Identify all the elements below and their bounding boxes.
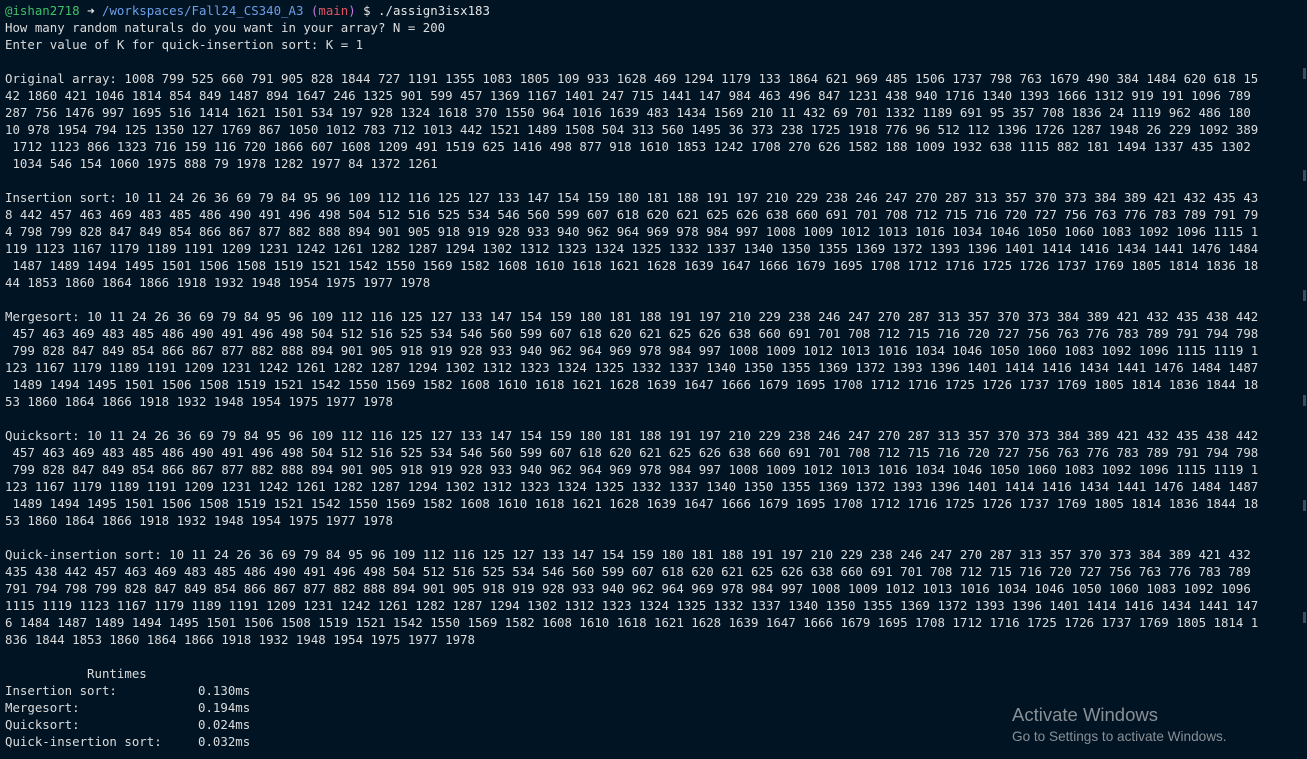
output-line: 10 978 1954 794 125 1350 127 1769 867 10… xyxy=(5,122,1259,137)
mergesort-block: Mergesort: 10 11 24 26 36 69 79 84 95 96… xyxy=(5,308,1307,410)
output-line: 8 442 457 463 469 483 485 486 490 491 49… xyxy=(5,207,1259,222)
runtime-value: 0.194ms xyxy=(198,700,251,715)
output-line: 799 828 847 849 854 866 867 877 882 888 … xyxy=(5,343,1259,358)
runtime-label: Quicksort: xyxy=(5,717,80,732)
output-line: 457 463 469 483 485 486 490 491 496 498 … xyxy=(5,445,1259,460)
output-line: 53 1860 1864 1866 1918 1932 1948 1954 19… xyxy=(5,394,393,409)
insertion-sort-block: Insertion sort: 10 11 24 26 36 69 79 84 … xyxy=(5,189,1307,291)
output-line: 42 1860 421 1046 1814 854 849 1487 894 1… xyxy=(5,88,1251,103)
output-line: 457 463 469 483 485 486 490 491 496 498 … xyxy=(5,326,1259,341)
activation-watermark: Activate Windows Go to Settings to activ… xyxy=(1012,703,1227,747)
scrollbar-marker xyxy=(1303,612,1306,623)
output-line: 791 794 798 799 828 847 849 854 866 867 … xyxy=(5,581,1251,596)
scrollbar-marker xyxy=(1303,500,1306,511)
output-line: 123 1167 1179 1189 1191 1209 1231 1242 1… xyxy=(5,360,1259,375)
output-line: 799 828 847 849 854 866 867 877 882 888 … xyxy=(5,462,1259,477)
output-line: 1034 546 154 1060 1975 888 79 1978 1282 … xyxy=(5,156,438,171)
runtime-value: 0.130ms xyxy=(198,683,251,698)
output-line: 435 438 442 457 463 469 483 485 486 490 … xyxy=(5,564,1251,579)
runtime-row: Insertion sort: 0.130ms xyxy=(5,682,1307,699)
output-line: Quicksort: 10 11 24 26 36 69 79 84 95 96… xyxy=(5,428,1259,443)
output-line: 1487 1489 1494 1495 1501 1506 1508 1519 … xyxy=(5,258,1259,273)
output-line: 6 1484 1487 1489 1494 1495 1501 1506 150… xyxy=(5,615,1259,630)
output-line: 53 1860 1864 1866 1918 1932 1948 1954 19… xyxy=(5,513,393,528)
prompt-line: @ishan2718 ➜ /workspaces/Fall24_CS340_A3… xyxy=(5,2,1307,19)
output-line: 44 1853 1860 1864 1866 1918 1932 1948 19… xyxy=(5,275,431,290)
prompt-branch: main xyxy=(318,3,349,18)
scrollbar[interactable] xyxy=(1302,0,1307,759)
runtimes-heading: Runtimes xyxy=(5,666,147,681)
output-line: Insertion sort: 10 11 24 26 36 69 79 84 … xyxy=(5,190,1259,205)
prompt-user: @ishan2718 xyxy=(5,3,80,18)
n-input-line: How many random naturals do you want in … xyxy=(5,20,446,35)
output-line: Mergesort: 10 11 24 26 36 69 79 84 95 96… xyxy=(5,309,1259,324)
output-line: 287 756 1476 997 1695 516 1414 1621 1501… xyxy=(5,105,1251,120)
runtime-label: Mergesort: xyxy=(5,700,80,715)
scrollbar-marker xyxy=(1303,170,1306,181)
output-line: 119 1123 1167 1179 1189 1191 1209 1231 1… xyxy=(5,241,1259,256)
output-line: 1489 1494 1495 1501 1506 1508 1519 1521 … xyxy=(5,496,1259,511)
prompt-arrow-icon: ➜ xyxy=(79,3,95,18)
quick-insertion-block: Quick-insertion sort: 10 11 24 26 36 69 … xyxy=(5,546,1307,648)
scrollbar-marker xyxy=(1303,395,1306,406)
output-line: 1712 1123 866 1323 716 159 116 720 1866 … xyxy=(5,139,1251,154)
prompt-branch-close: ) xyxy=(348,3,356,18)
prompt-path: /workspaces/Fall24_CS340_A3 xyxy=(102,3,304,18)
output-line: 836 1844 1853 1860 1864 1866 1918 1932 1… xyxy=(5,632,475,647)
output-line: Quick-insertion sort: 10 11 24 26 36 69 … xyxy=(5,547,1251,562)
output-line: 1489 1494 1495 1501 1506 1508 1519 1521 … xyxy=(5,377,1259,392)
terminal-window[interactable]: @ishan2718 ➜ /workspaces/Fall24_CS340_A3… xyxy=(0,0,1307,759)
runtime-label: Quick-insertion sort: xyxy=(5,734,162,749)
watermark-title: Activate Windows xyxy=(1012,704,1158,725)
output-line: 123 1167 1179 1189 1191 1209 1231 1242 1… xyxy=(5,479,1259,494)
runtime-value: 0.024ms xyxy=(198,717,251,732)
quicksort-block: Quicksort: 10 11 24 26 36 69 79 84 95 96… xyxy=(5,427,1307,529)
scrollbar-marker xyxy=(1303,68,1306,79)
output-line: 1115 1119 1123 1167 1179 1189 1191 1209 … xyxy=(5,598,1259,613)
scrollbar-marker xyxy=(1303,290,1306,301)
prompt-command: $ ./assign3isx183 xyxy=(355,3,490,18)
runtime-label: Insertion sort: xyxy=(5,683,117,698)
k-input-line: Enter value of K for quick-insertion sor… xyxy=(5,37,364,52)
watermark-subtitle: Go to Settings to activate Windows. xyxy=(1012,729,1227,744)
original-array-block: Original array: 1008 799 525 660 791 905… xyxy=(5,70,1307,172)
output-line: Original array: 1008 799 525 660 791 905… xyxy=(5,71,1259,86)
output-line: 4 798 799 828 847 849 854 866 867 877 88… xyxy=(5,224,1259,239)
runtime-value: 0.032ms xyxy=(198,734,251,749)
